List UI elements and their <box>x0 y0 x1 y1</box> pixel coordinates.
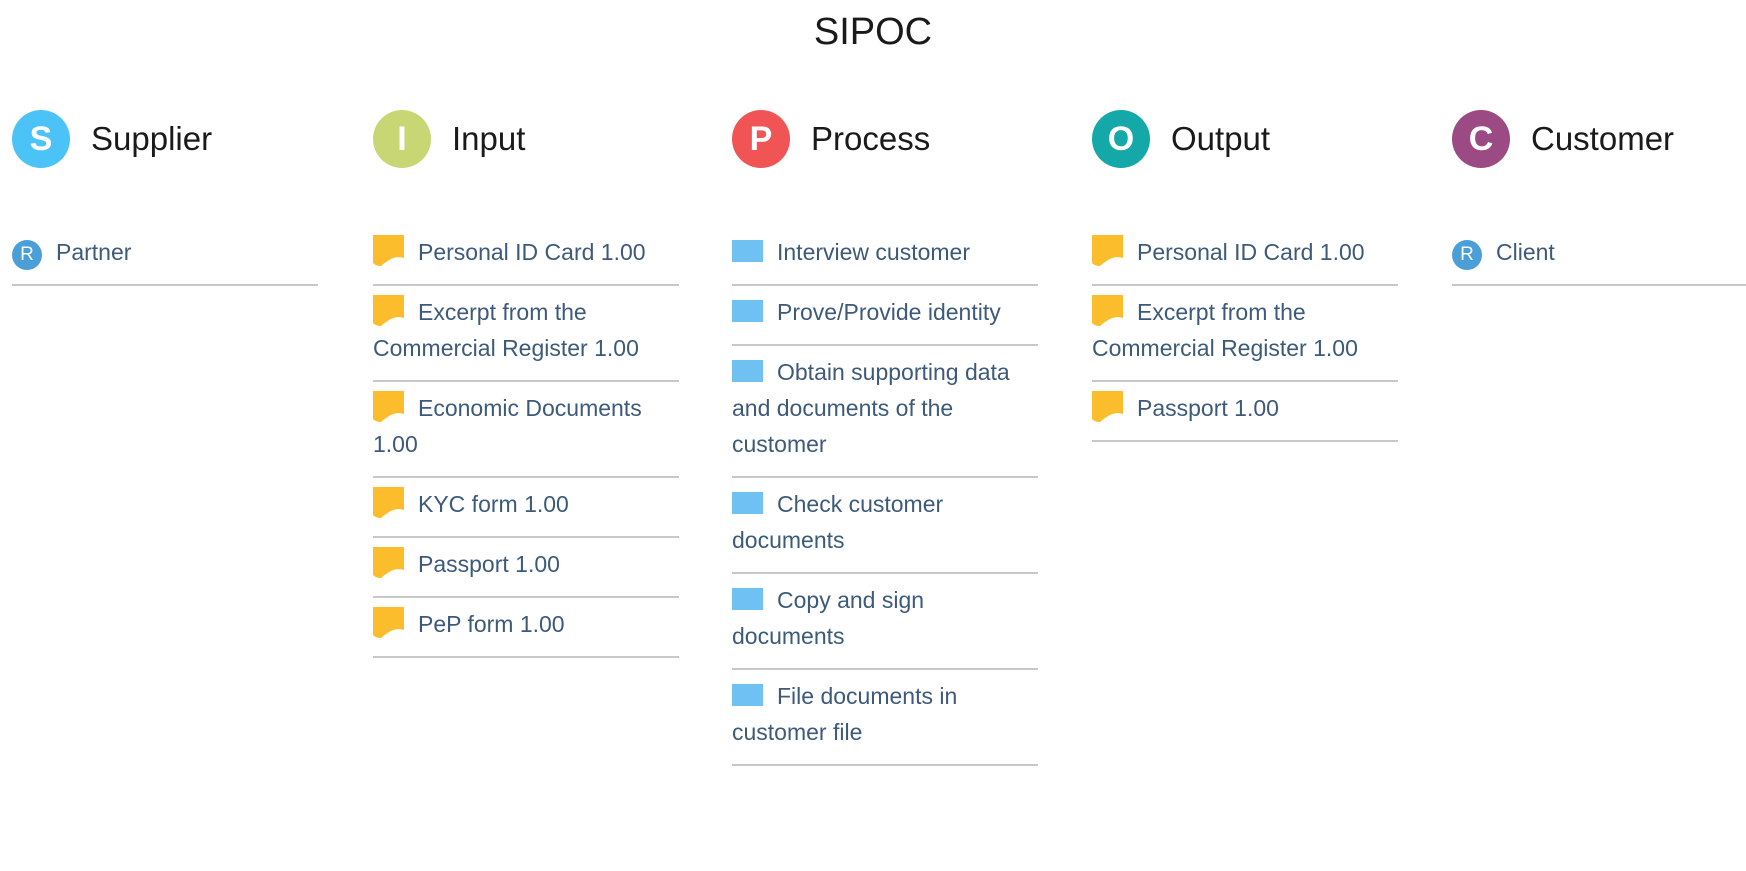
list-item-label: Client <box>1496 239 1555 265</box>
process-step-icon <box>732 300 763 322</box>
list-item-label: KYC form 1.00 <box>418 491 569 517</box>
list-item[interactable]: Interview customer <box>732 226 1038 286</box>
list-item-label: Interview customer <box>777 239 971 265</box>
list-item-label: Personal ID Card 1.00 <box>1137 239 1365 265</box>
process-items: Interview customer Prove/Provide identity… <box>732 226 1038 766</box>
column-header-input: I Input <box>373 110 679 168</box>
supplier-letter-badge: S <box>12 110 70 168</box>
input-letter-badge: I <box>373 110 431 168</box>
supplier-items: R Partner <box>12 226 318 286</box>
list-item[interactable]: PeP form 1.00 <box>373 598 679 658</box>
document-icon <box>1092 391 1123 422</box>
column-customer: C Customer R Client <box>1452 110 1746 286</box>
column-output: O Output Personal ID Card 1.00 Excerpt fr… <box>1092 110 1398 442</box>
document-icon <box>1092 235 1123 266</box>
column-header-process: P Process <box>732 110 1038 168</box>
column-header-customer: C Customer <box>1452 110 1746 168</box>
column-input: I Input Personal ID Card 1.00 Excerpt fro… <box>373 110 679 658</box>
list-item[interactable]: Excerpt from the Commercial Register 1.0… <box>1092 286 1398 382</box>
process-step-icon <box>732 684 763 706</box>
customer-letter-badge: C <box>1452 110 1510 168</box>
column-header-supplier: S Supplier <box>12 110 318 168</box>
list-item[interactable]: Excerpt from the Commercial Register 1.0… <box>373 286 679 382</box>
role-icon: R <box>12 240 42 270</box>
process-step-icon <box>732 492 763 514</box>
input-title: Input <box>452 120 526 157</box>
process-step-icon <box>732 360 763 382</box>
list-item-label: Prove/Provide identity <box>777 299 1001 325</box>
process-step-icon <box>732 240 763 262</box>
document-icon <box>373 607 404 638</box>
list-item[interactable]: Prove/Provide identity <box>732 286 1038 346</box>
list-item[interactable]: Passport 1.00 <box>1092 382 1398 442</box>
process-step-icon <box>732 588 763 610</box>
customer-title: Customer <box>1531 120 1675 157</box>
document-icon <box>373 235 404 266</box>
list-item[interactable]: Personal ID Card 1.00 <box>373 226 679 286</box>
document-icon <box>373 487 404 518</box>
list-item[interactable]: KYC form 1.00 <box>373 478 679 538</box>
process-letter-badge: P <box>732 110 790 168</box>
list-item-label: Economic Documents 1.00 <box>373 395 642 457</box>
list-item[interactable]: Check customer documents <box>732 478 1038 574</box>
list-item-label: Obtain supporting data and documents of … <box>732 359 1010 457</box>
output-items: Personal ID Card 1.00 Excerpt from the Co… <box>1092 226 1398 442</box>
list-item-label: Excerpt from the Commercial Register 1.0… <box>373 299 639 361</box>
column-process: P Process Interview customer Prove/Provid… <box>732 110 1038 766</box>
list-item-label: File documents in customer file <box>732 683 958 745</box>
role-icon: R <box>1452 240 1482 270</box>
document-icon <box>373 391 404 422</box>
column-header-output: O Output <box>1092 110 1398 168</box>
document-icon <box>373 295 404 326</box>
list-item-label: Partner <box>56 239 132 265</box>
list-item[interactable]: R Partner <box>12 226 318 286</box>
supplier-title: Supplier <box>91 120 213 157</box>
input-items: Personal ID Card 1.00 Excerpt from the Co… <box>373 226 679 658</box>
list-item[interactable]: Obtain supporting data and documents of … <box>732 346 1038 478</box>
list-item[interactable]: Passport 1.00 <box>373 538 679 598</box>
list-item[interactable]: Personal ID Card 1.00 <box>1092 226 1398 286</box>
list-item-label: Check customer documents <box>732 491 944 553</box>
list-item[interactable]: File documents in customer file <box>732 670 1038 766</box>
list-item-label: PeP form 1.00 <box>418 611 565 637</box>
list-item-label: Passport 1.00 <box>1137 395 1279 421</box>
process-title: Process <box>811 120 931 157</box>
document-icon <box>1092 295 1123 326</box>
list-item[interactable]: R Client <box>1452 226 1746 286</box>
column-supplier: S Supplier R Partner <box>12 110 318 286</box>
list-item[interactable]: Economic Documents 1.00 <box>373 382 679 478</box>
diagram-title: SIPOC <box>813 11 933 53</box>
output-letter-badge: O <box>1092 110 1150 168</box>
output-title: Output <box>1171 120 1271 157</box>
list-item-label: Passport 1.00 <box>418 551 560 577</box>
list-item-label: Excerpt from the Commercial Register 1.0… <box>1092 299 1358 361</box>
document-icon <box>373 547 404 578</box>
list-item[interactable]: Copy and sign documents <box>732 574 1038 670</box>
list-item-label: Personal ID Card 1.00 <box>418 239 646 265</box>
customer-items: R Client <box>1452 226 1746 286</box>
